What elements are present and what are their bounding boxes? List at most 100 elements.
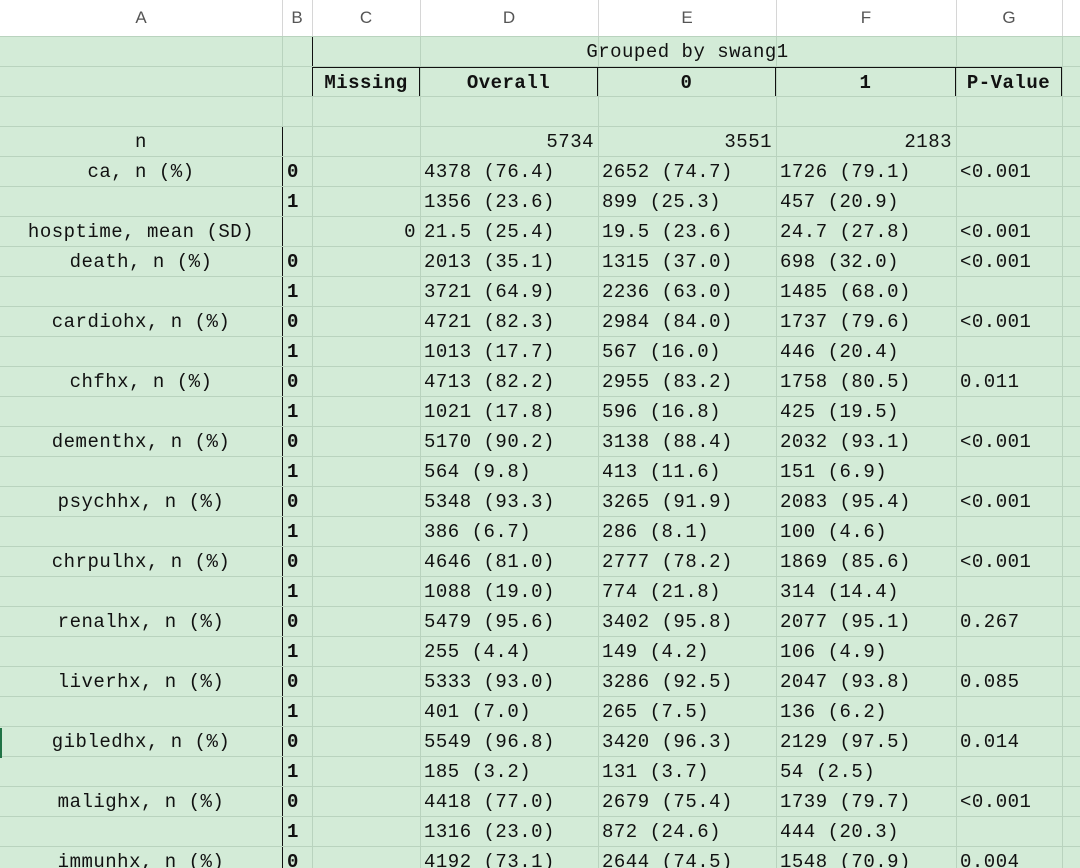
sheet-grid[interactable]: Grouped by swang1 Missing Overall 0 1 P-… (0, 36, 1080, 868)
level-cell[interactable]: 0 (282, 487, 312, 517)
overall-cell[interactable]: 564 (9.8) (420, 457, 598, 487)
level-cell[interactable]: 1 (282, 277, 312, 307)
pvalue-cell[interactable]: <0.001 (956, 247, 1062, 277)
level-cell[interactable]: 0 (282, 427, 312, 457)
group1-cell[interactable]: 444 (20.3) (776, 817, 956, 847)
overall-cell[interactable]: 1088 (19.0) (420, 577, 598, 607)
group1-cell[interactable]: 1737 (79.6) (776, 307, 956, 337)
group1-cell[interactable]: 2083 (95.4) (776, 487, 956, 517)
group0-cell[interactable]: 3402 (95.8) (598, 607, 776, 637)
group1-cell[interactable]: 1548 (70.9) (776, 847, 956, 868)
level-cell[interactable]: 1 (282, 457, 312, 487)
pvalue-cell[interactable] (956, 277, 1062, 307)
group1-cell[interactable]: 1758 (80.5) (776, 367, 956, 397)
pvalue-cell[interactable]: <0.001 (956, 487, 1062, 517)
pvalue-cell[interactable]: 0.004 (956, 847, 1062, 868)
pvalue-cell[interactable]: 0.267 (956, 607, 1062, 637)
level-cell[interactable]: 0 (282, 547, 312, 577)
pvalue-cell[interactable]: <0.001 (956, 787, 1062, 817)
level-cell[interactable]: 1 (282, 517, 312, 547)
level-cell[interactable]: 0 (282, 727, 312, 757)
group1-cell[interactable]: 54 (2.5) (776, 757, 956, 787)
overall-cell[interactable]: 3721 (64.9) (420, 277, 598, 307)
group0-cell[interactable]: 3286 (92.5) (598, 667, 776, 697)
missing-cell[interactable]: 0 (312, 217, 420, 247)
group1-cell[interactable]: 698 (32.0) (776, 247, 956, 277)
pvalue-cell[interactable]: 0.011 (956, 367, 1062, 397)
level-cell[interactable]: 1 (282, 397, 312, 427)
group1-cell[interactable]: 100 (4.6) (776, 517, 956, 547)
group0-cell[interactable]: 149 (4.2) (598, 637, 776, 667)
group0-cell[interactable]: 286 (8.1) (598, 517, 776, 547)
overall-cell[interactable]: 386 (6.7) (420, 517, 598, 547)
pvalue-cell[interactable] (956, 457, 1062, 487)
level-cell[interactable]: 0 (282, 307, 312, 337)
level-cell[interactable]: 0 (282, 367, 312, 397)
level-cell[interactable]: 0 (282, 607, 312, 637)
level-cell[interactable]: 0 (282, 787, 312, 817)
pvalue-cell[interactable]: <0.001 (956, 427, 1062, 457)
pvalue-cell[interactable] (956, 187, 1062, 217)
level-cell[interactable]: 1 (282, 697, 312, 727)
group0-cell[interactable]: 413 (11.6) (598, 457, 776, 487)
group0-cell[interactable]: 2777 (78.2) (598, 547, 776, 577)
group1-cell[interactable]: 136 (6.2) (776, 697, 956, 727)
group1-cell[interactable]: 2047 (93.8) (776, 667, 956, 697)
group0-cell[interactable]: 3265 (91.9) (598, 487, 776, 517)
level-cell[interactable]: 0 (282, 157, 312, 187)
group0-cell[interactable]: 774 (21.8) (598, 577, 776, 607)
group0-cell[interactable]: 265 (7.5) (598, 697, 776, 727)
level-cell[interactable]: 1 (282, 757, 312, 787)
overall-cell[interactable]: 4378 (76.4) (420, 157, 598, 187)
overall-cell[interactable]: 4713 (82.2) (420, 367, 598, 397)
group1-cell[interactable]: 425 (19.5) (776, 397, 956, 427)
level-cell[interactable]: 1 (282, 577, 312, 607)
level-cell[interactable]: 1 (282, 817, 312, 847)
overall-cell[interactable]: 4192 (73.1) (420, 847, 598, 868)
level-cell[interactable]: 0 (282, 847, 312, 868)
overall-cell[interactable]: 401 (7.0) (420, 697, 598, 727)
group0-cell[interactable]: 2644 (74.5) (598, 847, 776, 868)
overall-cell[interactable]: 1316 (23.0) (420, 817, 598, 847)
column-header-f[interactable]: F (776, 0, 957, 36)
overall-cell[interactable]: 1356 (23.6) (420, 187, 598, 217)
pvalue-cell[interactable] (956, 817, 1062, 847)
overall-cell[interactable]: 4418 (77.0) (420, 787, 598, 817)
group1-cell[interactable]: 24.7 (27.8) (776, 217, 956, 247)
column-header-d[interactable]: D (420, 0, 599, 36)
group0-cell[interactable]: 2955 (83.2) (598, 367, 776, 397)
pvalue-cell[interactable] (956, 517, 1062, 547)
column-header-a[interactable]: A (0, 0, 283, 36)
group1-cell[interactable]: 2129 (97.5) (776, 727, 956, 757)
level-cell[interactable]: 0 (282, 667, 312, 697)
pvalue-cell[interactable]: <0.001 (956, 307, 1062, 337)
group1-cell[interactable]: 1739 (79.7) (776, 787, 956, 817)
group1-cell[interactable]: 457 (20.9) (776, 187, 956, 217)
group0-cell[interactable]: 2679 (75.4) (598, 787, 776, 817)
pvalue-cell[interactable] (956, 337, 1062, 367)
group1-cell[interactable]: 2077 (95.1) (776, 607, 956, 637)
pvalue-cell[interactable]: 0.085 (956, 667, 1062, 697)
group1-cell[interactable]: 1726 (79.1) (776, 157, 956, 187)
overall-cell[interactable]: 185 (3.2) (420, 757, 598, 787)
overall-cell[interactable]: 5348 (93.3) (420, 487, 598, 517)
group0-cell[interactable]: 3420 (96.3) (598, 727, 776, 757)
group0-cell[interactable]: 2652 (74.7) (598, 157, 776, 187)
group1-cell[interactable]: 151 (6.9) (776, 457, 956, 487)
group0-cell[interactable]: 19.5 (23.6) (598, 217, 776, 247)
level-cell[interactable]: 1 (282, 337, 312, 367)
overall-cell[interactable]: 4721 (82.3) (420, 307, 598, 337)
group1-cell[interactable]: 1869 (85.6) (776, 547, 956, 577)
group1-cell[interactable]: 106 (4.9) (776, 637, 956, 667)
level-cell[interactable]: 0 (282, 247, 312, 277)
group1-cell[interactable]: 2032 (93.1) (776, 427, 956, 457)
group1-cell[interactable]: 314 (14.4) (776, 577, 956, 607)
pvalue-cell[interactable]: 0.014 (956, 727, 1062, 757)
column-header-c[interactable]: C (312, 0, 421, 36)
group0-cell[interactable]: 2236 (63.0) (598, 277, 776, 307)
pvalue-cell[interactable] (956, 757, 1062, 787)
column-header-e[interactable]: E (598, 0, 777, 36)
overall-cell[interactable]: 5333 (93.0) (420, 667, 598, 697)
overall-cell[interactable]: 2013 (35.1) (420, 247, 598, 277)
overall-cell[interactable]: 1013 (17.7) (420, 337, 598, 367)
